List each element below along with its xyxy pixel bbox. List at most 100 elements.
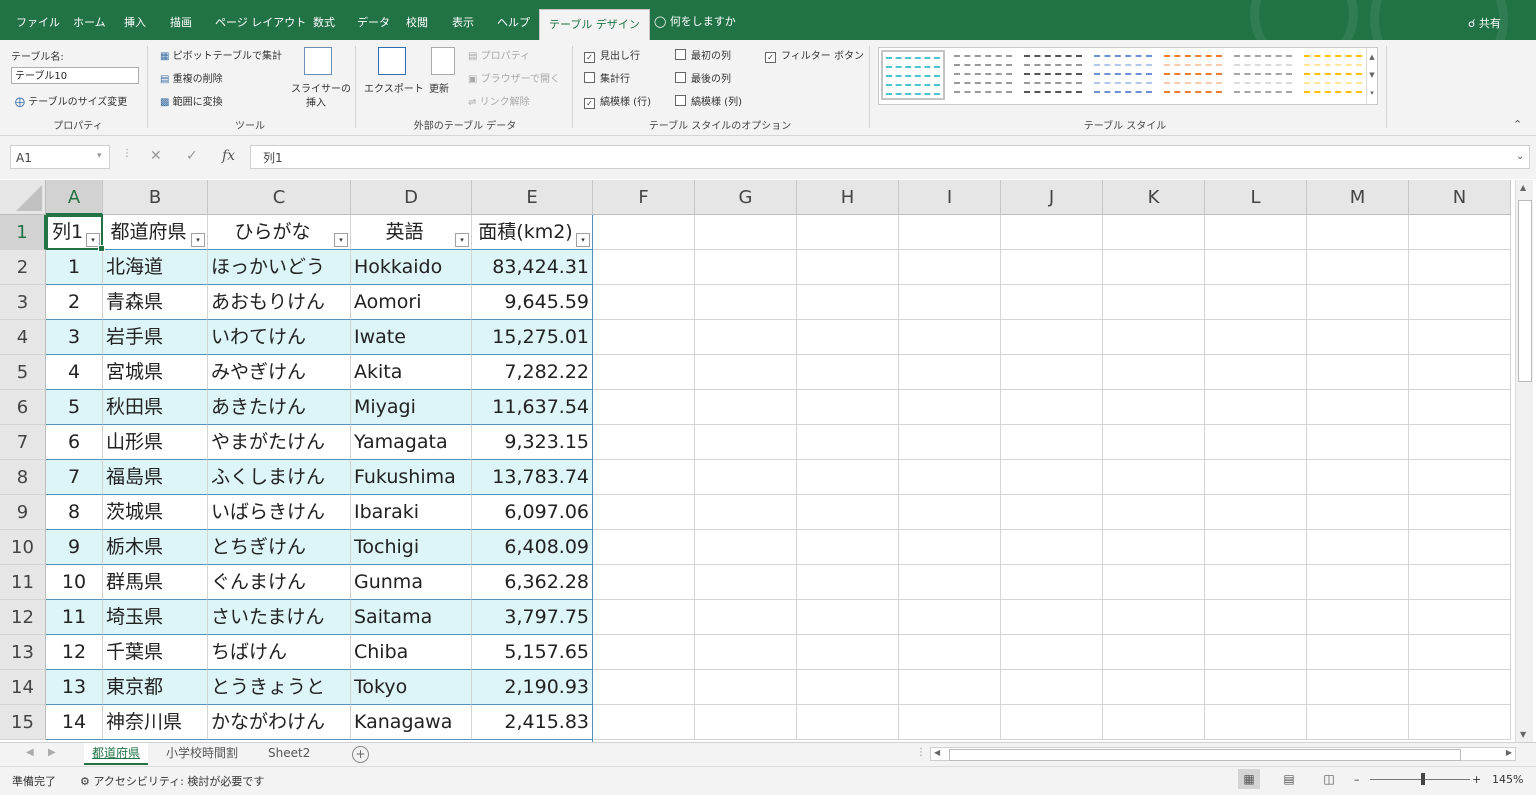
table-cell[interactable]: 1	[46, 250, 103, 285]
page-break-view-button[interactable]: ◫	[1318, 769, 1340, 789]
table-cell[interactable]: 11	[46, 600, 103, 635]
table-cell[interactable]: 6,408.09	[472, 530, 593, 565]
empty-cell[interactable]	[797, 530, 899, 565]
add-sheet-icon[interactable]: +	[352, 746, 369, 763]
row-header[interactable]: 4	[0, 320, 46, 355]
column-header-d[interactable]: D	[351, 180, 472, 215]
export-button[interactable]: エクスポート	[364, 80, 424, 95]
empty-cell[interactable]	[1103, 670, 1205, 705]
table-cell[interactable]: 栃木県	[103, 530, 208, 565]
table-cell[interactable]: 9	[46, 530, 103, 565]
empty-cell[interactable]	[899, 355, 1001, 390]
horizontal-scroll-thumb[interactable]	[949, 749, 1461, 761]
empty-cell[interactable]	[1001, 495, 1103, 530]
table-header-cell[interactable]: ひらがな ▾	[208, 215, 351, 250]
empty-cell[interactable]	[1103, 705, 1205, 740]
empty-cell[interactable]	[1205, 565, 1307, 600]
table-header-cell[interactable]: 面積(km2) ▾	[472, 215, 593, 250]
table-cell[interactable]: とうきょうと	[208, 670, 351, 705]
table-cell[interactable]: ほっかいどう	[208, 250, 351, 285]
empty-cell[interactable]	[695, 215, 797, 250]
empty-cell[interactable]	[1307, 460, 1409, 495]
table-cell[interactable]: いばらきけん	[208, 495, 351, 530]
empty-cell[interactable]	[695, 250, 797, 285]
style-swatch[interactable]	[1231, 50, 1295, 100]
filter-dropdown-icon[interactable]: ▾	[191, 233, 205, 247]
collapse-ribbon-icon[interactable]: ⌃	[1513, 118, 1522, 131]
empty-cell[interactable]	[899, 460, 1001, 495]
table-cell[interactable]: Tochigi	[351, 530, 472, 565]
empty-cell[interactable]	[695, 390, 797, 425]
table-cell[interactable]: さいたまけん	[208, 600, 351, 635]
table-cell[interactable]: Hokkaido	[351, 250, 472, 285]
table-cell[interactable]: 8	[46, 495, 103, 530]
row-header[interactable]: 2	[0, 250, 46, 285]
column-header-a[interactable]: A	[46, 180, 103, 215]
table-cell[interactable]: 青森県	[103, 285, 208, 320]
row-header[interactable]: 15	[0, 705, 46, 740]
table-header-cell[interactable]: 列1 ▾	[46, 215, 103, 250]
empty-cell[interactable]	[1001, 425, 1103, 460]
expand-formula-bar-icon[interactable]: ⌄	[1516, 151, 1524, 162]
empty-cell[interactable]	[1103, 530, 1205, 565]
table-cell[interactable]: 2,190.93	[472, 670, 593, 705]
empty-cell[interactable]	[695, 355, 797, 390]
empty-cell[interactable]	[1409, 635, 1511, 670]
table-header-cell[interactable]: 英語 ▾	[351, 215, 472, 250]
remove-duplicates-button[interactable]: ▤ 重複の削除	[160, 70, 223, 85]
table-cell[interactable]: Ibaraki	[351, 495, 472, 530]
empty-cell[interactable]	[1307, 320, 1409, 355]
row-header[interactable]: 11	[0, 565, 46, 600]
zoom-slider[interactable]	[1370, 779, 1470, 780]
empty-cell[interactable]	[1409, 320, 1511, 355]
empty-cell[interactable]	[695, 495, 797, 530]
empty-cell[interactable]	[1409, 565, 1511, 600]
empty-cell[interactable]	[1205, 355, 1307, 390]
empty-cell[interactable]	[1103, 250, 1205, 285]
empty-cell[interactable]	[1103, 285, 1205, 320]
sheet-prev-icon[interactable]: ◀	[26, 747, 34, 758]
table-cell[interactable]: 3	[46, 320, 103, 355]
empty-cell[interactable]	[593, 530, 695, 565]
zoom-level[interactable]: 145%	[1492, 773, 1523, 786]
empty-cell[interactable]	[695, 530, 797, 565]
empty-cell[interactable]	[695, 635, 797, 670]
empty-cell[interactable]	[1205, 670, 1307, 705]
share-button[interactable]: ☌ 共有	[1468, 15, 1501, 31]
empty-cell[interactable]	[1103, 320, 1205, 355]
tab-review[interactable]: 校閲	[406, 14, 428, 30]
normal-view-button[interactable]: ▦	[1238, 769, 1260, 789]
empty-cell[interactable]	[797, 670, 899, 705]
empty-cell[interactable]	[1001, 600, 1103, 635]
empty-cell[interactable]	[695, 285, 797, 320]
row-header[interactable]: 5	[0, 355, 46, 390]
refresh-button[interactable]: 更新	[429, 80, 449, 95]
table-cell[interactable]: 5,157.65	[472, 635, 593, 670]
tab-draw[interactable]: 描画	[170, 14, 192, 30]
table-cell[interactable]: 神奈川県	[103, 705, 208, 740]
column-header-f[interactable]: F	[593, 180, 695, 215]
table-cell[interactable]: 北海道	[103, 250, 208, 285]
row-header[interactable]: 8	[0, 460, 46, 495]
empty-cell[interactable]	[593, 635, 695, 670]
table-cell[interactable]: 14	[46, 705, 103, 740]
table-cell[interactable]: 5	[46, 390, 103, 425]
column-header-e[interactable]: E	[472, 180, 593, 215]
empty-cell[interactable]	[1205, 390, 1307, 425]
table-cell[interactable]: 7,282.22	[472, 355, 593, 390]
empty-cell[interactable]	[1307, 670, 1409, 705]
table-cell[interactable]: 秋田県	[103, 390, 208, 425]
table-cell[interactable]: Tokyo	[351, 670, 472, 705]
empty-cell[interactable]	[593, 320, 695, 355]
column-header-h[interactable]: H	[797, 180, 899, 215]
empty-cell[interactable]	[695, 425, 797, 460]
empty-cell[interactable]	[797, 320, 899, 355]
row-header[interactable]: 10	[0, 530, 46, 565]
empty-cell[interactable]	[1001, 320, 1103, 355]
table-cell[interactable]: 6,362.28	[472, 565, 593, 600]
table-cell[interactable]: ちばけん	[208, 635, 351, 670]
empty-cell[interactable]	[1307, 425, 1409, 460]
column-header-g[interactable]: G	[695, 180, 797, 215]
empty-cell[interactable]	[593, 285, 695, 320]
scroll-right-arrow-icon[interactable]: ▶	[1506, 748, 1512, 757]
